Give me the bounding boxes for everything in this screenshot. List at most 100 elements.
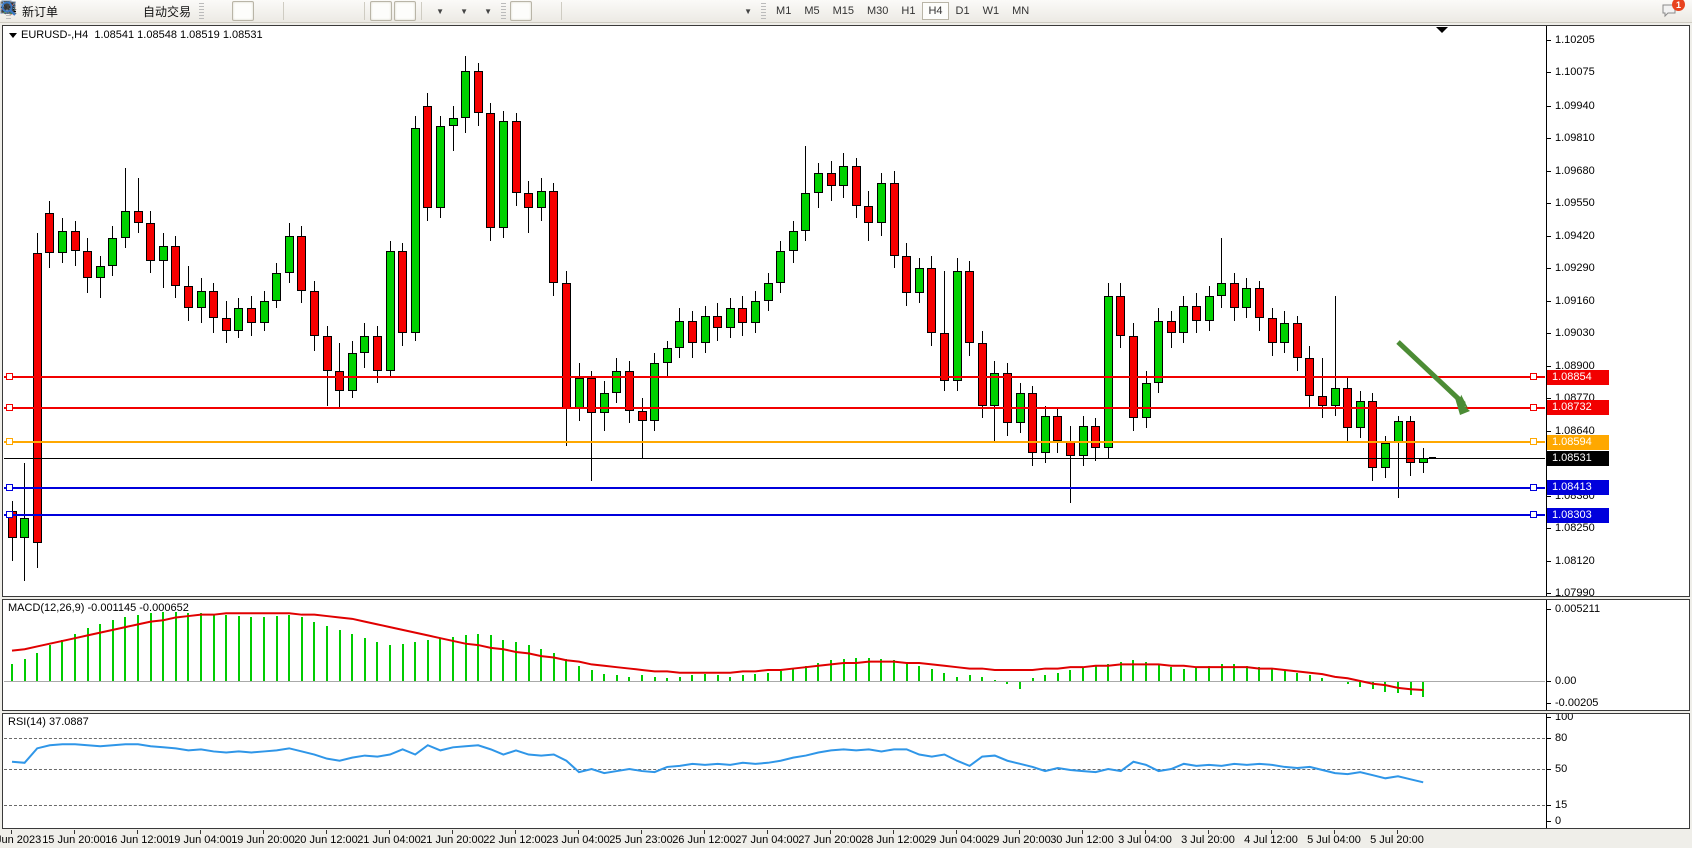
rsi-tick-label: 100 bbox=[1555, 714, 1573, 723]
price-tick bbox=[1547, 171, 1551, 172]
symbol-dropdown-icon[interactable] bbox=[9, 33, 17, 38]
price-tick bbox=[1547, 528, 1551, 529]
navigator-button[interactable] bbox=[88, 1, 110, 21]
chart-candles-button[interactable] bbox=[232, 1, 254, 21]
timeframe-mn-button[interactable]: MN bbox=[1006, 2, 1035, 20]
auto-trading-label: 自动交易 bbox=[143, 3, 191, 20]
timeframe-m30-button[interactable]: M30 bbox=[861, 2, 894, 20]
price-tick bbox=[1547, 366, 1551, 367]
rsi-tick bbox=[1547, 738, 1551, 739]
dropdown-caret-icon: ▼ bbox=[484, 7, 492, 16]
timeframe-w1-button[interactable]: W1 bbox=[977, 2, 1006, 20]
price-tick bbox=[1547, 593, 1551, 594]
candlestick-plot-area[interactable] bbox=[4, 26, 1545, 596]
text-button[interactable]: A bbox=[687, 1, 709, 21]
trend-arrow-annotation[interactable] bbox=[4, 26, 1545, 596]
rsi-plot-area[interactable] bbox=[4, 714, 1545, 828]
dropdown-caret-icon: ▼ bbox=[744, 7, 752, 16]
price-tick bbox=[1547, 301, 1551, 302]
fibonacci-button[interactable]: F bbox=[663, 1, 685, 21]
price-tick-label: 1.09420 bbox=[1555, 230, 1595, 242]
price-tick bbox=[1547, 431, 1551, 432]
templates-button[interactable]: ▼ bbox=[475, 1, 497, 21]
price-tick bbox=[1547, 236, 1551, 237]
horizontal-line-button[interactable] bbox=[591, 1, 613, 21]
price-axis[interactable]: 1.102051.100751.099401.098101.096801.095… bbox=[1546, 26, 1689, 596]
arrows-button[interactable]: ▼ bbox=[735, 1, 757, 21]
price-tick-label: 1.09030 bbox=[1555, 327, 1595, 339]
toolbar-separator bbox=[561, 2, 562, 20]
auto-trading-button[interactable]: 自动交易 bbox=[136, 1, 195, 21]
timeframe-m1-button[interactable]: M1 bbox=[770, 2, 797, 20]
timeframe-h4-button[interactable]: H4 bbox=[922, 2, 948, 20]
rsi-panel[interactable]: RSI(14) 37.0887 1008050150 bbox=[2, 713, 1690, 829]
toolbar-grip[interactable] bbox=[761, 3, 766, 19]
price-tick bbox=[1547, 106, 1551, 107]
price-tick-label: 1.07990 bbox=[1555, 587, 1595, 596]
timeframe-m15-button[interactable]: M15 bbox=[827, 2, 860, 20]
indicators-button[interactable]: ▼ bbox=[427, 1, 449, 21]
timeframe-d1-button[interactable]: D1 bbox=[950, 2, 976, 20]
rsi-tick bbox=[1547, 769, 1551, 770]
macd-tick bbox=[1547, 703, 1551, 704]
line-price-badge: 1.08732 bbox=[1547, 400, 1609, 415]
tile-windows-button[interactable] bbox=[337, 1, 359, 21]
price-tick bbox=[1547, 496, 1551, 497]
price-tick bbox=[1547, 40, 1551, 41]
symbol-name: EURUSD-,H4 bbox=[21, 29, 88, 41]
timeframe-h1-button[interactable]: H1 bbox=[895, 2, 921, 20]
price-tick-label: 1.09290 bbox=[1555, 262, 1595, 274]
line-price-badge: 1.08303 bbox=[1547, 508, 1609, 523]
auto-scroll-button[interactable] bbox=[370, 1, 392, 21]
macd-panel[interactable]: MACD(12,26,9) -0.001145 -0.000652 0.0052… bbox=[2, 599, 1690, 711]
equidistant-channel-button[interactable]: E bbox=[639, 1, 661, 21]
chart-line-button[interactable] bbox=[256, 1, 278, 21]
rsi-tick bbox=[1547, 805, 1551, 806]
text-label-button[interactable]: T bbox=[711, 1, 733, 21]
data-feed-button[interactable] bbox=[112, 1, 134, 21]
toolbar-grip[interactable] bbox=[199, 3, 204, 19]
periods-button[interactable]: ▼ bbox=[451, 1, 473, 21]
price-tick bbox=[1547, 561, 1551, 562]
ohlc-quote: 1.08541 1.08548 1.08519 1.08531 bbox=[94, 29, 262, 41]
price-tick-label: 1.09810 bbox=[1555, 132, 1595, 144]
notifications-button[interactable]: 1 bbox=[1660, 1, 1682, 21]
chart-bars-button[interactable] bbox=[208, 1, 230, 21]
market-watch-button[interactable] bbox=[64, 1, 86, 21]
price-tick-label: 1.10075 bbox=[1555, 66, 1595, 78]
chart-window: EURUSD-,H4 1.08541 1.08548 1.08519 1.085… bbox=[2, 24, 1690, 846]
price-tick bbox=[1547, 72, 1551, 73]
cursor-button[interactable] bbox=[510, 1, 532, 21]
date-axis[interactable]: 15 Jun 202315 Jun 20:0016 Jun 12:0019 Ju… bbox=[3, 830, 1544, 846]
rsi-tick bbox=[1547, 717, 1551, 718]
price-chart-panel[interactable]: EURUSD-,H4 1.08541 1.08548 1.08519 1.085… bbox=[2, 25, 1690, 597]
zoom-in-button[interactable] bbox=[289, 1, 311, 21]
toolbar-separator bbox=[283, 2, 284, 20]
notification-count-badge: 1 bbox=[1672, 0, 1685, 11]
price-tick-label: 1.09160 bbox=[1555, 295, 1595, 307]
dropdown-caret-icon: ▼ bbox=[436, 7, 444, 16]
crosshair-button[interactable] bbox=[534, 1, 556, 21]
dropdown-caret-icon: ▼ bbox=[460, 7, 468, 16]
toolbar-separator bbox=[364, 2, 365, 20]
zoom-out-button[interactable] bbox=[313, 1, 335, 21]
rsi-tick-label: 15 bbox=[1555, 799, 1567, 811]
macd-axis[interactable]: 0.0052110.00-0.00205 bbox=[1546, 600, 1689, 710]
line-price-badge: 1.08594 bbox=[1547, 435, 1609, 450]
macd-plot-area[interactable] bbox=[4, 600, 1545, 710]
trendline-button[interactable] bbox=[615, 1, 637, 21]
vertical-line-button[interactable] bbox=[567, 1, 589, 21]
timeframe-m5-button[interactable]: M5 bbox=[798, 2, 825, 20]
search-button[interactable] bbox=[1636, 1, 1658, 21]
chart-shift-button[interactable] bbox=[394, 1, 416, 21]
line-price-badge: 1.08854 bbox=[1547, 370, 1609, 385]
rsi-tick-label: 80 bbox=[1555, 732, 1567, 744]
toolbar-separator bbox=[421, 2, 422, 20]
macd-values: -0.001145 -0.000652 bbox=[87, 602, 188, 614]
rsi-line bbox=[4, 714, 1545, 828]
toolbar-grip[interactable] bbox=[501, 3, 506, 19]
line-price-badge: 1.08413 bbox=[1547, 480, 1609, 495]
rsi-axis[interactable]: 1008050150 bbox=[1546, 714, 1689, 828]
price-tick-label: 1.09550 bbox=[1555, 197, 1595, 209]
new-order-button[interactable]: 新订单 bbox=[15, 1, 62, 21]
